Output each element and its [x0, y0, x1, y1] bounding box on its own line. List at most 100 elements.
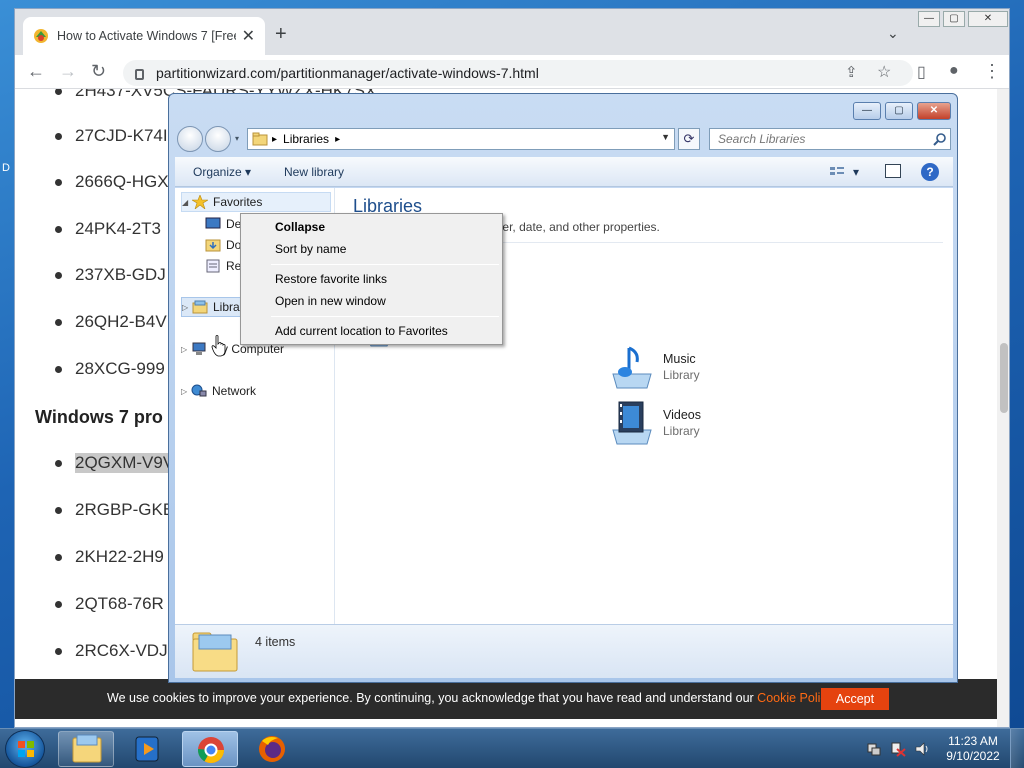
show-desktop-button[interactable] [1010, 729, 1024, 768]
address-bar[interactable]: partitionwizard.com/partitionmanager/act… [123, 60, 913, 86]
menu-item-restore-favorite-links[interactable]: Restore favorite links [275, 269, 387, 289]
taskbar-chrome-button[interactable] [182, 731, 238, 767]
list-item: 28XCG-999 [55, 359, 165, 379]
preview-pane-icon[interactable] [885, 164, 901, 178]
refresh-button[interactable]: ⟳ [678, 128, 700, 150]
recent-places-icon [206, 259, 220, 273]
product-key: 27CJD-K74I [75, 126, 168, 145]
tab-search-icon[interactable]: ⌄ [887, 25, 899, 42]
desktop-edge-label: D [2, 162, 10, 174]
view-options-arrow[interactable]: ▾ [853, 165, 859, 179]
clock[interactable]: 11:23 AM 9/10/2022 [940, 734, 1006, 764]
product-key: 2KH22-2H9 [75, 547, 164, 566]
explorer-window: — ▢ ✕ ▾ ▸ Libraries ▸ ▼ ⟳ Search Librari… [168, 93, 958, 683]
taskbar: 11:23 AM 9/10/2022 [0, 728, 1024, 768]
network-disconnected-icon[interactable] [890, 741, 906, 757]
network-icon [191, 384, 207, 397]
organize-button[interactable]: Organize ▾ [193, 165, 251, 179]
browser-maximize-button[interactable]: ▢ [943, 11, 965, 27]
back-icon[interactable]: ← [27, 61, 45, 82]
help-icon[interactable]: ? [921, 163, 939, 181]
tab-close-icon[interactable]: ✕ [242, 26, 255, 46]
back-button[interactable] [177, 126, 203, 152]
library-name: Music [663, 352, 696, 366]
product-key: 26QH2-B4V [75, 312, 167, 331]
address-separator[interactable]: ▸ [272, 134, 277, 145]
profile-icon[interactable]: ● [949, 62, 959, 80]
nav-recent-places[interactable]: Re [205, 256, 241, 276]
product-key: 2QT68-76R [75, 594, 164, 613]
media-player-icon [135, 736, 159, 762]
libraries-folder-large-icon [192, 632, 238, 672]
new-library-button[interactable]: New library [284, 165, 344, 179]
product-key-selected[interactable]: 2QGXM-V9V [75, 453, 175, 473]
page-scrollbar[interactable] [997, 89, 1009, 727]
item-count: 4 items [255, 635, 296, 649]
library-item-videos[interactable]: Videos Library [609, 400, 701, 446]
taskbar-explorer-button[interactable] [58, 731, 114, 767]
context-menu: Collapse Sort by name Restore favorite l… [240, 213, 503, 345]
action-center-icon[interactable] [866, 741, 882, 757]
taskbar-media-player-button[interactable] [120, 731, 176, 767]
accept-cookies-button[interactable]: Accept [821, 688, 889, 710]
menu-item-open-in-new-window[interactable]: Open in new window [275, 291, 386, 311]
search-icon[interactable] [933, 133, 946, 146]
desktop-icon [205, 217, 221, 229]
explorer-maximize-button[interactable]: ▢ [885, 102, 913, 120]
forward-button[interactable] [205, 126, 231, 152]
forward-icon[interactable]: → [59, 61, 77, 82]
bookmark-star-icon[interactable]: ☆ [877, 62, 891, 82]
menu-item-collapse[interactable]: Collapse [275, 217, 325, 237]
scrollbar-thumb[interactable] [1000, 343, 1008, 413]
details-pane: 4 items [175, 624, 953, 678]
nav-desktop[interactable]: De [205, 214, 241, 234]
section-heading: Windows 7 pro p [35, 407, 179, 427]
new-tab-button[interactable]: + [275, 23, 287, 46]
tab-strip: How to Activate Windows 7 [Free ✕ + ⌄ — … [15, 9, 1009, 55]
change-view-icon[interactable] [829, 166, 845, 179]
collapsed-arrow-icon[interactable]: ▷ [182, 303, 192, 312]
list-item: 27CJD-K74I [55, 126, 168, 146]
folder-icon [72, 734, 102, 763]
recent-pages-chevron-icon[interactable]: ▾ [235, 134, 239, 143]
browser-tab[interactable]: How to Activate Windows 7 [Free ✕ [23, 17, 265, 55]
volume-icon[interactable] [914, 741, 930, 757]
menu-item-add-to-favorites[interactable]: Add current location to Favorites [275, 321, 448, 341]
list-item: 2QT68-76R [55, 594, 164, 614]
share-icon[interactable]: ⇪ [845, 63, 858, 81]
menu-item-sort-by-name[interactable]: Sort by name [275, 239, 346, 259]
product-key: 2RC6X-VDJ [75, 641, 168, 660]
start-button[interactable] [5, 730, 45, 768]
search-input[interactable]: Search Libraries [709, 128, 951, 150]
list-item: 2666Q-HGX [55, 172, 169, 192]
explorer-close-button[interactable]: ✕ [917, 102, 951, 120]
explorer-minimize-button[interactable]: — [853, 102, 881, 120]
nav-network[interactable]: ▷ Network [181, 381, 256, 401]
browser-minimize-button[interactable]: — [918, 11, 940, 27]
product-key: 28XCG-999 [75, 359, 165, 378]
address-dropdown-icon[interactable]: ▼ [661, 132, 670, 142]
address-separator-end[interactable]: ▸ [335, 134, 340, 145]
side-panel-icon[interactable]: ▯ [917, 62, 926, 82]
browser-menu-icon[interactable]: ⋮ [983, 61, 1001, 82]
nav-favorites-label: Favorites [213, 195, 263, 209]
cookie-message: We use cookies to improve your experienc… [107, 691, 758, 705]
library-item-music[interactable]: Music Library [609, 344, 700, 390]
list-item: 237XB-GDJ [55, 265, 166, 285]
url-text: partitionwizard.com/partitionmanager/act… [156, 65, 539, 81]
browser-close-button[interactable]: ✕ [968, 11, 1008, 27]
product-key: 2666Q-HGX [75, 172, 169, 191]
explorer-address-bar[interactable]: ▸ Libraries ▸ ▼ [247, 128, 675, 150]
nav-libraries-label: Libra [213, 300, 240, 314]
collapsed-arrow-icon[interactable]: ▷ [181, 345, 191, 354]
collapsed-arrow-icon[interactable]: ▷ [181, 387, 191, 396]
taskbar-firefox-button[interactable] [244, 731, 300, 767]
lock-icon [135, 68, 144, 80]
library-type: Library [663, 368, 700, 382]
reload-icon[interactable]: ↻ [91, 61, 106, 82]
nav-favorites[interactable]: ◢ Favorites [181, 192, 331, 212]
expanded-arrow-icon[interactable]: ◢ [182, 198, 192, 207]
address-crumb-libraries[interactable]: Libraries [283, 132, 329, 146]
browser-toolbar: ← → ↻ partitionwizard.com/partitionmanag… [15, 55, 1009, 89]
nav-downloads[interactable]: Do [205, 235, 241, 255]
